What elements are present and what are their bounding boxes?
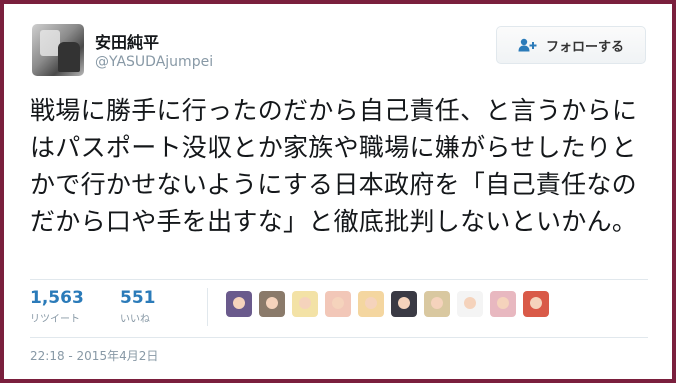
liker-avatar-face [431, 297, 443, 309]
liker-avatar-anime-face[interactable] [325, 291, 351, 317]
liker-avatar-anime-glasses[interactable] [424, 291, 450, 317]
tweet-text: 戦場に勝手に行ったのだから自己責任、と言うからにはパスポート没収とか家族や職場に… [30, 96, 638, 236]
avatar-figure-dark [58, 42, 80, 72]
tweet-timestamp[interactable]: 22:18 - 2015年4月2日 [30, 347, 158, 364]
liker-avatar-face [464, 297, 476, 309]
liker-avatar-anime-blonde[interactable] [292, 291, 318, 317]
add-person-icon [518, 38, 537, 52]
liker-avatar-face [497, 297, 509, 309]
liker-avatar-anime-girl[interactable] [490, 291, 516, 317]
retweet-stat[interactable]: 1,563 リツイート [30, 288, 84, 325]
liker-avatar-face [233, 297, 245, 309]
liker-avatar-face [365, 297, 377, 309]
stats-bottom-divider [30, 337, 648, 338]
retweet-label: リツイート [30, 314, 80, 325]
liker-avatars [226, 291, 556, 321]
liker-avatar-face [332, 297, 344, 309]
user-handle[interactable]: @YASUDAjumpei [95, 54, 213, 70]
liker-avatar-anime-dark[interactable] [391, 291, 417, 317]
stats-divider [207, 288, 208, 326]
display-name[interactable]: 安田純平 [95, 29, 159, 53]
like-stat[interactable]: 551 いいね [120, 288, 156, 325]
follow-button[interactable]: フォローする [496, 26, 646, 64]
liker-avatar-face [266, 297, 278, 309]
user-avatar[interactable] [32, 24, 84, 76]
retweet-count: 1,563 [30, 288, 84, 308]
liker-avatar-flowers[interactable] [226, 291, 252, 317]
avatar-figure-light [40, 30, 60, 56]
like-count: 551 [120, 288, 156, 308]
liker-avatar-cartoon-face[interactable] [358, 291, 384, 317]
liker-avatar-anime-red[interactable] [523, 291, 549, 317]
liker-avatar-sketch[interactable] [457, 291, 483, 317]
like-label: いいね [120, 314, 150, 325]
tweet-card: 安田純平 @YASUDAjumpei フォローする 戦場に勝手に行ったのだから自… [4, 4, 672, 379]
liker-avatar-face [398, 297, 410, 309]
follow-button-label: フォローする [545, 39, 624, 55]
stats-top-divider [30, 279, 648, 280]
liker-avatar-figure[interactable] [259, 291, 285, 317]
liker-avatar-face [530, 297, 542, 309]
liker-avatar-face [299, 297, 311, 309]
